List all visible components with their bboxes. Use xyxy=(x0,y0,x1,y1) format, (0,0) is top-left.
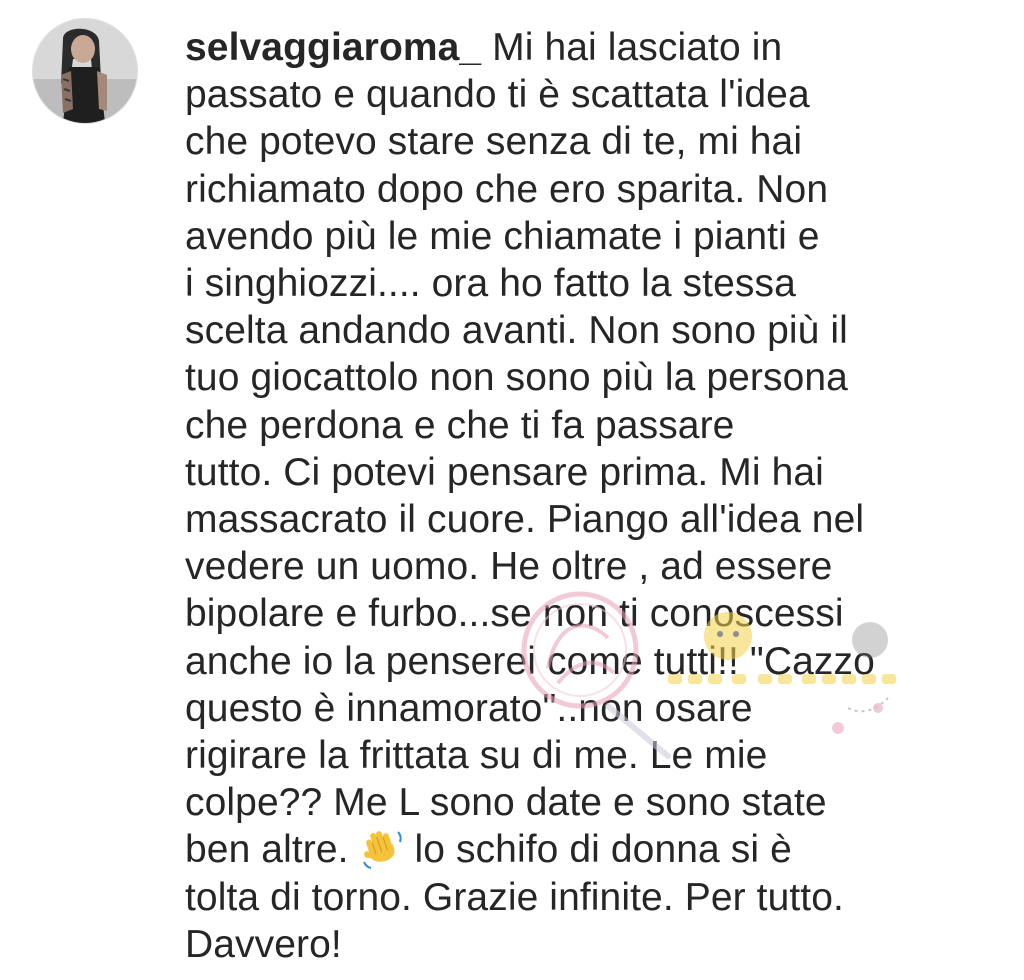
profile-photo-icon xyxy=(33,19,137,123)
comment-line: scelta andando avanti. Non sono più il xyxy=(185,309,848,353)
avatar[interactable] xyxy=(32,18,138,124)
comment-line: tuo giocattolo non sono più la persona xyxy=(185,356,848,400)
comment-line: che perdona e che ti fa passare xyxy=(185,403,735,447)
comment-line: che potevo stare senza di te, mi hai xyxy=(185,120,803,164)
comment-line: avendo più le mie chiamate i pianti e xyxy=(185,214,820,258)
comment-text-first: Mi hai lasciato in xyxy=(481,26,783,69)
comment-line: questo è innamorato"..non osare xyxy=(185,686,753,730)
comment-line: i singhiozzi.... ora ho fatto la stessa xyxy=(185,262,796,306)
comment-line: selvaggiaroma_ Mi hai lasciato in xyxy=(185,24,905,71)
comment-line: colpe?? Me L sono date e sono state xyxy=(185,781,827,825)
comment-text-before-emoji: ben altre. xyxy=(185,828,360,872)
comment-item: selvaggiaroma_ Mi hai lasciato in passat… xyxy=(0,0,1024,980)
comment-text-after-emoji: lo schifo di donna si è xyxy=(403,828,792,872)
comment-line: massacrato il cuore. Piango all'idea nel xyxy=(185,498,865,542)
comment-line: passato e quando ti è scattata l'idea xyxy=(185,73,810,117)
comment-body: selvaggiaroma_ Mi hai lasciato in passat… xyxy=(185,24,905,968)
waving-hand-icon xyxy=(360,826,404,870)
comment-line: rigirare la frittata su di me. Le mie xyxy=(185,734,768,778)
comment-line: richiamato dopo che ero sparita. Non xyxy=(185,167,829,211)
comment-line: bipolare e furbo...se non ti conoscessi xyxy=(185,592,844,636)
comment-line: tutto. Ci potevi pensare prima. Mi hai xyxy=(185,450,824,494)
comment-line: Davvero! xyxy=(185,922,342,966)
comment-line: ben altre. lo schifo di donna si è xyxy=(185,826,905,873)
comment-line: anche io la penserei come tutti!! "Cazzo xyxy=(185,639,875,683)
comment-line: vedere un uomo. He oltre , ad essere xyxy=(185,545,833,589)
comment-line: tolta di torno. Grazie infinite. Per tut… xyxy=(185,875,844,919)
comment-username[interactable]: selvaggiaroma_ xyxy=(185,26,481,69)
